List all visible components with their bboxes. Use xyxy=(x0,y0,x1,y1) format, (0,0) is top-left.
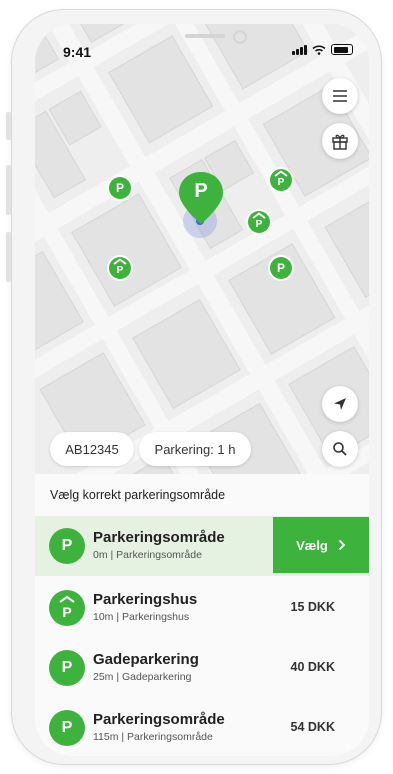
camera-icon xyxy=(233,30,247,44)
parking-pin[interactable]: P xyxy=(109,177,131,199)
search-icon xyxy=(333,442,347,456)
row-name: Parkeringshus xyxy=(93,591,198,608)
row-name: Parkeringsområde xyxy=(93,529,225,546)
row-price: 54 DKK xyxy=(290,720,335,734)
parking-garage-pin[interactable]: P xyxy=(109,257,131,279)
parking-garage-pin[interactable]: P xyxy=(270,169,292,191)
row-subtitle: 10m | Parkeringshus xyxy=(93,611,190,623)
parking-icon: P xyxy=(49,650,85,686)
parking-icon-label: P xyxy=(62,604,72,620)
selected-parking-pin[interactable]: P xyxy=(177,170,225,230)
app-screen: P P P P P P AB12345 Parkering: 1 h 9:41 … xyxy=(35,24,369,756)
parking-area-row[interactable]: P Parkeringsområde 115m | Parkeringsområ… xyxy=(35,698,369,756)
status-icons xyxy=(292,44,353,55)
select-button-label: Vælg xyxy=(296,537,328,553)
parking-icon: P xyxy=(49,710,85,746)
status-time: 9:41 xyxy=(63,44,92,60)
parking-garage-pin[interactable]: P xyxy=(248,211,270,233)
garage-roof-icon xyxy=(252,212,266,219)
garage-roof-icon xyxy=(274,170,288,177)
license-plate-chip[interactable]: AB12345 xyxy=(50,432,134,466)
row-price: 15 DKK xyxy=(290,600,335,614)
license-plate-label: AB12345 xyxy=(65,441,119,457)
parking-duration-chip[interactable]: Parkering: 1 h xyxy=(139,432,251,466)
status-bar: 9:41 xyxy=(35,24,369,72)
pin-label: P xyxy=(115,181,124,195)
row-subtitle: 25m | Gadeparkering xyxy=(93,671,192,683)
search-button[interactable] xyxy=(322,431,358,467)
parking-icon: P xyxy=(49,528,85,564)
parking-icon-label: P xyxy=(61,659,73,676)
side-button xyxy=(6,112,11,140)
chevron-right-icon xyxy=(338,539,346,551)
parking-icon-label: P xyxy=(61,719,73,736)
map-streets xyxy=(35,24,369,474)
side-button xyxy=(6,165,11,215)
map-view[interactable]: P P P P P P AB12345 Parkering: 1 h xyxy=(35,24,369,474)
speaker-grille xyxy=(185,34,225,38)
garage-roof-icon xyxy=(113,258,127,265)
sheet-title: Vælg korrekt parkeringsområde xyxy=(50,488,226,502)
row-name: Parkeringsområde xyxy=(93,711,225,728)
navigation-arrow-icon xyxy=(334,398,346,410)
signal-icon xyxy=(292,44,307,55)
row-subtitle: 0m | Parkeringsområde xyxy=(93,549,202,561)
parking-pin[interactable]: P xyxy=(270,257,292,279)
gift-button[interactable] xyxy=(322,123,358,159)
wifi-icon xyxy=(312,44,326,55)
parking-garage-icon: P xyxy=(49,590,85,626)
parking-icon-label: P xyxy=(61,537,73,554)
row-subtitle: 115m | Parkeringsområde xyxy=(93,731,213,743)
menu-button[interactable] xyxy=(322,78,358,114)
parking-area-row[interactable]: P Parkeringsområde 0m | Parkeringsområde… xyxy=(35,516,369,576)
row-name: Gadeparkering xyxy=(93,651,199,668)
select-button[interactable]: Vælg xyxy=(273,517,369,573)
side-button xyxy=(6,232,11,282)
battery-icon xyxy=(331,44,353,55)
pin-label: P xyxy=(276,261,285,275)
parking-area-sheet: Vælg korrekt parkeringsområde P Parkerin… xyxy=(35,474,369,756)
gift-icon xyxy=(332,134,348,150)
menu-icon xyxy=(333,90,347,102)
selected-pin-label: P xyxy=(194,180,208,202)
locate-me-button[interactable] xyxy=(322,386,358,422)
row-price: 40 DKK xyxy=(290,660,335,674)
parking-area-row[interactable]: P Parkeringshus 10m | Parkeringshus 15 D… xyxy=(35,578,369,638)
parking-duration-label: Parkering: 1 h xyxy=(154,441,236,457)
garage-roof-icon xyxy=(59,595,75,603)
parking-area-row[interactable]: P Gadeparkering 25m | Gadeparkering 40 D… xyxy=(35,638,369,698)
